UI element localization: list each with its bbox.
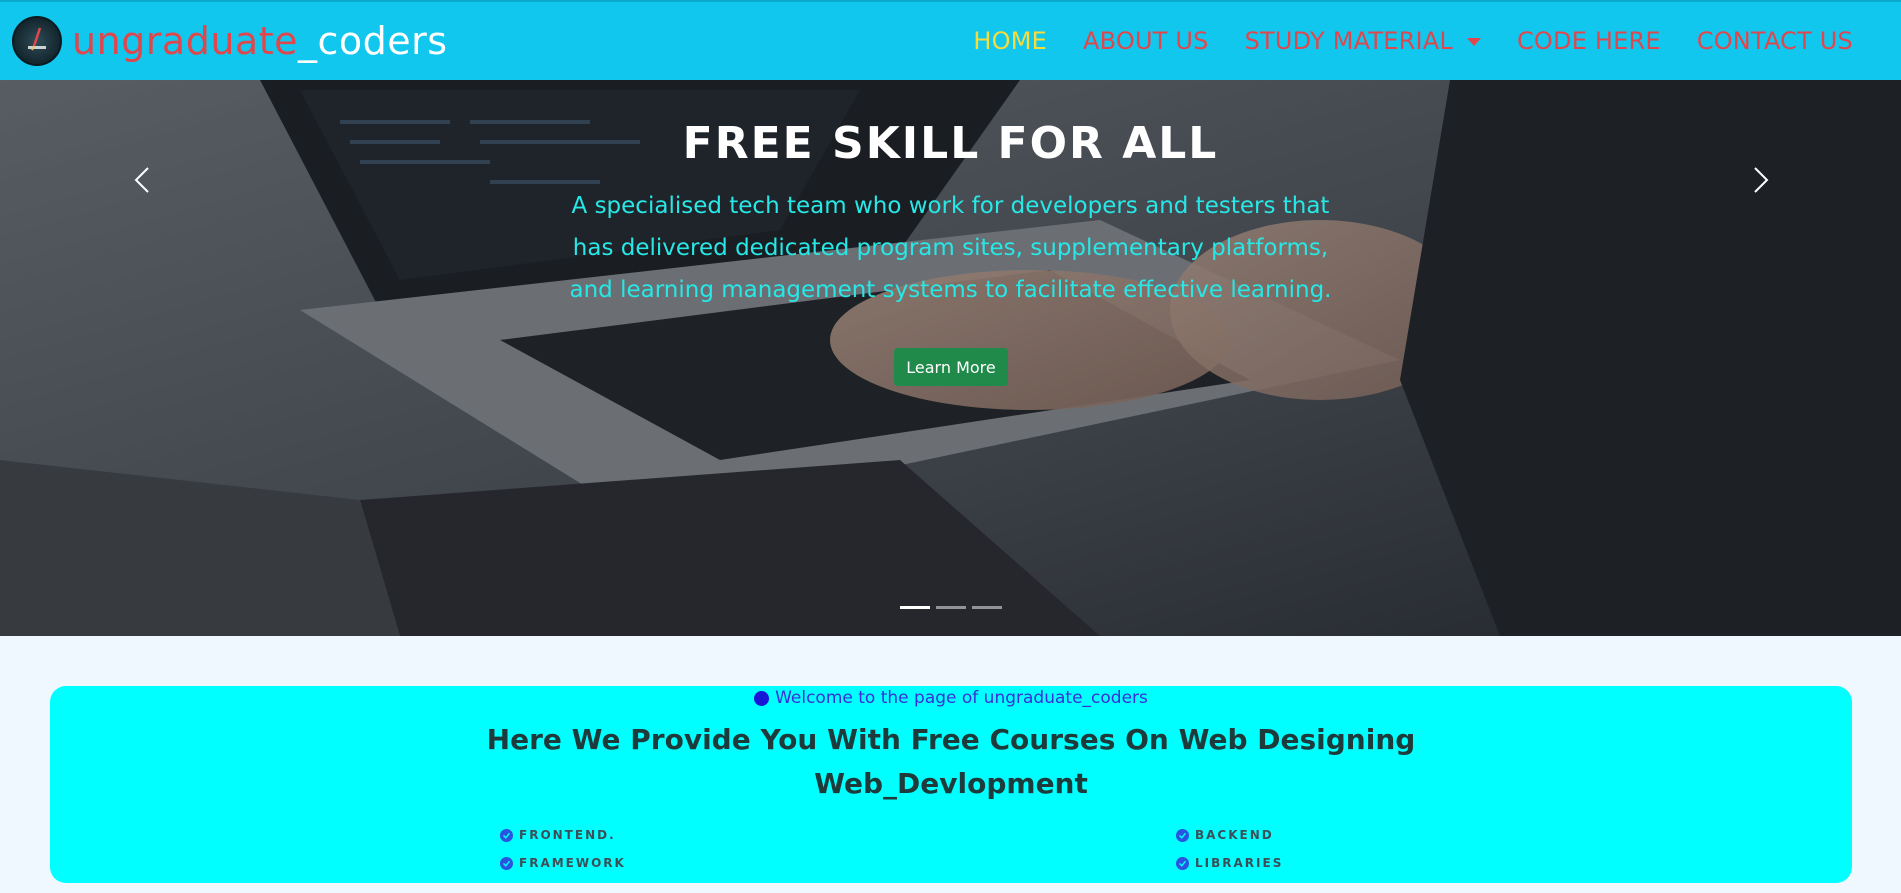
- hero-description: A specialised tech team who work for dev…: [569, 193, 1332, 303]
- check-circle-icon: [1176, 856, 1189, 870]
- hero-carousel: FREE SKILL FOR ALL A specialised tech te…: [0, 80, 1901, 636]
- feature-label: FRONTEND.: [519, 828, 616, 842]
- nav-contact-us[interactable]: CONTACT US: [1697, 27, 1853, 55]
- feature-item-frontend: FRONTEND.: [500, 828, 616, 842]
- welcome-tagline-text: Welcome to the page of ungraduate_coders: [775, 688, 1148, 708]
- brand-name-part-2: _coders: [297, 19, 448, 63]
- bullet-dot-icon: [754, 690, 770, 706]
- check-circle-icon: [1176, 828, 1189, 842]
- courses-headline: Here We Provide You With Free Courses On…: [50, 718, 1852, 806]
- check-circle-icon: [500, 856, 513, 870]
- carousel-indicators: [900, 606, 1008, 609]
- feature-label: BACKEND: [1195, 828, 1274, 842]
- nav-study-material[interactable]: STUDY MATERIAL: [1245, 27, 1481, 55]
- check-circle-icon: [500, 828, 513, 842]
- hero-title: FREE SKILL FOR ALL: [682, 118, 1219, 169]
- brand-logo-icon: [12, 16, 62, 66]
- feature-item-framework: FRAMEWORK: [500, 856, 626, 870]
- caret-down-icon: [1466, 38, 1481, 46]
- brand-name-part-1: ungraduate: [72, 19, 298, 63]
- nav-code-here[interactable]: CODE HERE: [1517, 27, 1661, 55]
- courses-headline-line-1: Here We Provide You With Free Courses On…: [486, 723, 1416, 756]
- nav-study-material-label: STUDY MATERIAL: [1244, 27, 1453, 55]
- welcome-card: Welcome to the page of ungraduate_coders…: [50, 686, 1852, 883]
- nav-home[interactable]: HOME: [973, 27, 1047, 55]
- welcome-tagline: Welcome to the page of ungraduate_coders: [50, 688, 1852, 708]
- main-nav: HOME ABOUT US STUDY MATERIAL CODE HERE C…: [937, 2, 1853, 80]
- feature-item-libraries: LIBRARIES: [1176, 856, 1283, 870]
- feature-item-backend: BACKEND: [1176, 828, 1274, 842]
- feature-label: FRAMEWORK: [519, 856, 626, 870]
- nav-about-us[interactable]: ABOUT US: [1083, 27, 1209, 55]
- brand[interactable]: ungraduate_coders: [12, 16, 448, 66]
- carousel-indicator-1[interactable]: [900, 606, 930, 609]
- carousel-indicator-3[interactable]: [972, 606, 1002, 609]
- brand-name[interactable]: ungraduate_coders: [72, 22, 448, 60]
- carousel-indicator-2[interactable]: [936, 606, 966, 609]
- navbar: ungraduate_coders HOME ABOUT US STUDY MA…: [0, 0, 1901, 80]
- learn-more-button[interactable]: Learn More: [894, 348, 1008, 386]
- feature-label: LIBRARIES: [1195, 856, 1284, 870]
- courses-headline-line-2: Web_Devlopment: [814, 767, 1088, 800]
